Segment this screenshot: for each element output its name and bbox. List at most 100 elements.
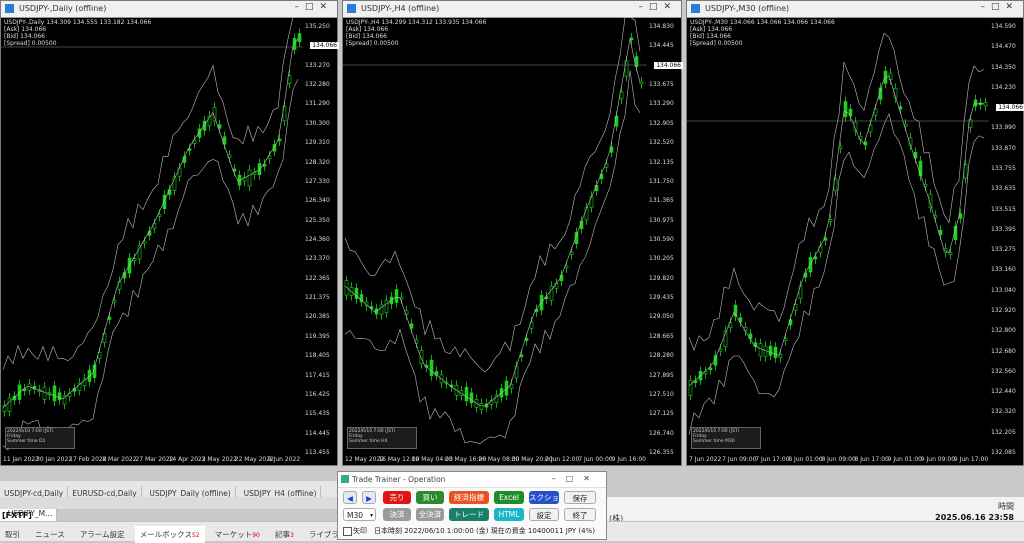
chart-info-line: [Spread] 0.00500 bbox=[690, 40, 743, 47]
y-axis-label: 132.280 bbox=[305, 81, 330, 89]
y-axis-label: 127.330 bbox=[305, 177, 330, 185]
excel-button[interactable]: Excel bbox=[494, 491, 524, 504]
chart-plot-area[interactable] bbox=[687, 17, 1023, 465]
candle bbox=[554, 282, 559, 289]
trade-button[interactable]: トレード bbox=[449, 508, 489, 521]
window-controls[interactable]: –□✕ bbox=[294, 2, 333, 12]
prev-button[interactable]: ◀ bbox=[343, 491, 357, 504]
html-button[interactable]: HTML bbox=[494, 508, 524, 521]
y-axis-label: 129.310 bbox=[305, 139, 330, 147]
window-controls[interactable]: –□✕ bbox=[638, 2, 677, 12]
timeframe-select[interactable]: M30 ▾ bbox=[343, 508, 376, 521]
y-axis-label: 132.440 bbox=[991, 388, 1016, 396]
candle bbox=[429, 359, 434, 376]
settle-button[interactable]: 決済 bbox=[383, 508, 411, 521]
trade-trainer-window[interactable]: Trade Trainer - Operation –□✕ ◀ ▶ 売り 買い … bbox=[337, 471, 607, 540]
screenshot-button[interactable]: スクショ bbox=[529, 491, 559, 504]
y-axis-label: 132.905 bbox=[649, 119, 674, 127]
y-axis-label: 125.350 bbox=[305, 216, 330, 224]
candle bbox=[948, 252, 953, 256]
y-axis-label: 129.050 bbox=[649, 313, 674, 321]
x-axis-label: 14 Apr 2022 bbox=[168, 456, 206, 463]
candle bbox=[42, 386, 47, 400]
chart-plot-area[interactable] bbox=[343, 17, 681, 465]
tab-articles[interactable]: 記事3 bbox=[270, 526, 299, 543]
tab-market-label: マーケット bbox=[214, 530, 253, 539]
chart-titlebar[interactable]: USDJPY-,M30 (offline) –□✕ bbox=[687, 1, 1023, 18]
candle bbox=[57, 392, 62, 401]
chart-info: USDJPY-,H4 134.299 134.312 133.935 134.0… bbox=[346, 19, 486, 47]
chart-info-line: [Spread] 0.00500 bbox=[4, 40, 57, 47]
candle bbox=[7, 397, 12, 412]
y-axis-label: 132.205 bbox=[991, 428, 1016, 436]
tab-articles-label: 記事 bbox=[274, 530, 290, 539]
y-axis-label: 119.395 bbox=[305, 332, 330, 340]
chart-window-daily[interactable]: USDJPY-,Daily (offline) –□✕ USDJPY-,Dail… bbox=[0, 0, 339, 466]
indicators-button[interactable]: 経済指標 bbox=[449, 491, 489, 504]
tab-alerts[interactable]: アラーム設定 bbox=[75, 526, 130, 543]
current-price-tag: 134.066 bbox=[654, 61, 683, 69]
chart-window-h4[interactable]: USDJPY-,H4 (offline) –□✕ USDJPY-,H4 134.… bbox=[342, 0, 683, 466]
candle bbox=[783, 338, 788, 342]
next-button[interactable]: ▶ bbox=[362, 491, 376, 504]
buy-button[interactable]: 買い bbox=[416, 491, 444, 504]
time-info-line: Summer time M30 bbox=[693, 439, 735, 444]
window-controls[interactable]: –□✕ bbox=[552, 474, 600, 483]
y-axis-label: 134.350 bbox=[991, 63, 1016, 71]
chart-info-line: [Ask] 134.066 bbox=[4, 26, 47, 33]
chart-titlebar[interactable]: USDJPY-,Daily (offline) –□✕ bbox=[1, 1, 337, 18]
candle bbox=[247, 169, 252, 187]
bollinger-band-upper bbox=[344, 17, 641, 373]
candle bbox=[394, 289, 399, 303]
tab-trade[interactable]: 取引 bbox=[0, 526, 25, 543]
trade-trainer-titlebar[interactable]: Trade Trainer - Operation –□✕ bbox=[338, 472, 606, 487]
candle bbox=[763, 345, 768, 357]
chart-info-line: [Bid] 134.066 bbox=[690, 33, 731, 40]
time-header: 時間 bbox=[998, 502, 1014, 511]
x-axis-label: 7 Jun 17:00 bbox=[755, 456, 790, 463]
bollinger-band-lower bbox=[688, 112, 985, 435]
sell-button[interactable]: 売り bbox=[383, 491, 411, 504]
y-axis-label: 133.515 bbox=[991, 205, 1016, 213]
window-controls[interactable]: –□✕ bbox=[980, 2, 1019, 12]
bollinger-band-middle bbox=[2, 38, 299, 408]
y-axis-label: 132.680 bbox=[991, 347, 1016, 355]
x-axis-label: 9 Jun 09:00 bbox=[920, 456, 956, 463]
tab-market[interactable]: マーケット90 bbox=[210, 526, 265, 543]
chart-info-line: USDJPY-,Daily 134.309 134.555 133.182 13… bbox=[4, 19, 152, 26]
arrow-label: 矢印 bbox=[353, 527, 367, 535]
chart-icon bbox=[5, 4, 14, 13]
chart-info-line: [Ask] 134.066 bbox=[690, 26, 733, 33]
chart-plot-area[interactable] bbox=[1, 17, 337, 465]
y-axis-label: 129.435 bbox=[649, 294, 674, 302]
x-axis-label: 8 Jun 01:00 bbox=[788, 456, 823, 463]
candle bbox=[384, 299, 389, 313]
tab-news[interactable]: ニュース bbox=[30, 526, 70, 543]
y-axis-label: 120.385 bbox=[305, 313, 330, 321]
current-price-tag: 134.066 bbox=[310, 42, 339, 50]
chevron-down-icon: ▾ bbox=[369, 512, 373, 519]
x-axis-label: 8 Mar 2022 bbox=[102, 456, 137, 463]
candle bbox=[112, 299, 117, 303]
y-axis-label: 113.455 bbox=[305, 449, 330, 456]
exit-button[interactable]: 終了 bbox=[564, 508, 596, 521]
y-axis-label: 133.395 bbox=[991, 225, 1016, 233]
candle bbox=[297, 33, 302, 43]
candle bbox=[564, 265, 569, 269]
chart-titlebar[interactable]: USDJPY-,H4 (offline) –□✕ bbox=[343, 1, 681, 18]
y-axis-label: 133.675 bbox=[649, 81, 674, 89]
y-axis-label: 133.635 bbox=[991, 185, 1016, 193]
y-axis-label: 117.415 bbox=[305, 371, 330, 379]
bollinger-band-lower bbox=[2, 78, 299, 451]
x-axis-label: 2 Jun 12:00 bbox=[545, 456, 580, 463]
y-axis-label: 132.520 bbox=[649, 139, 674, 147]
time-info-line: Summer time H4 bbox=[349, 439, 388, 444]
candle bbox=[838, 146, 843, 149]
settings-button[interactable]: 設定 bbox=[529, 508, 559, 521]
save-button[interactable]: 保存 bbox=[564, 491, 596, 504]
settle-all-button[interactable]: 全決済 bbox=[416, 508, 444, 521]
tab-mailbox[interactable]: メールボックス52 bbox=[134, 526, 205, 543]
x-axis-label: 7 Jun 09:00 bbox=[722, 456, 757, 463]
chart-window-m30[interactable]: USDJPY-,M30 (offline) –□✕ USDJPY-,M30 13… bbox=[686, 0, 1024, 466]
arrow-checkbox[interactable] bbox=[343, 527, 352, 536]
